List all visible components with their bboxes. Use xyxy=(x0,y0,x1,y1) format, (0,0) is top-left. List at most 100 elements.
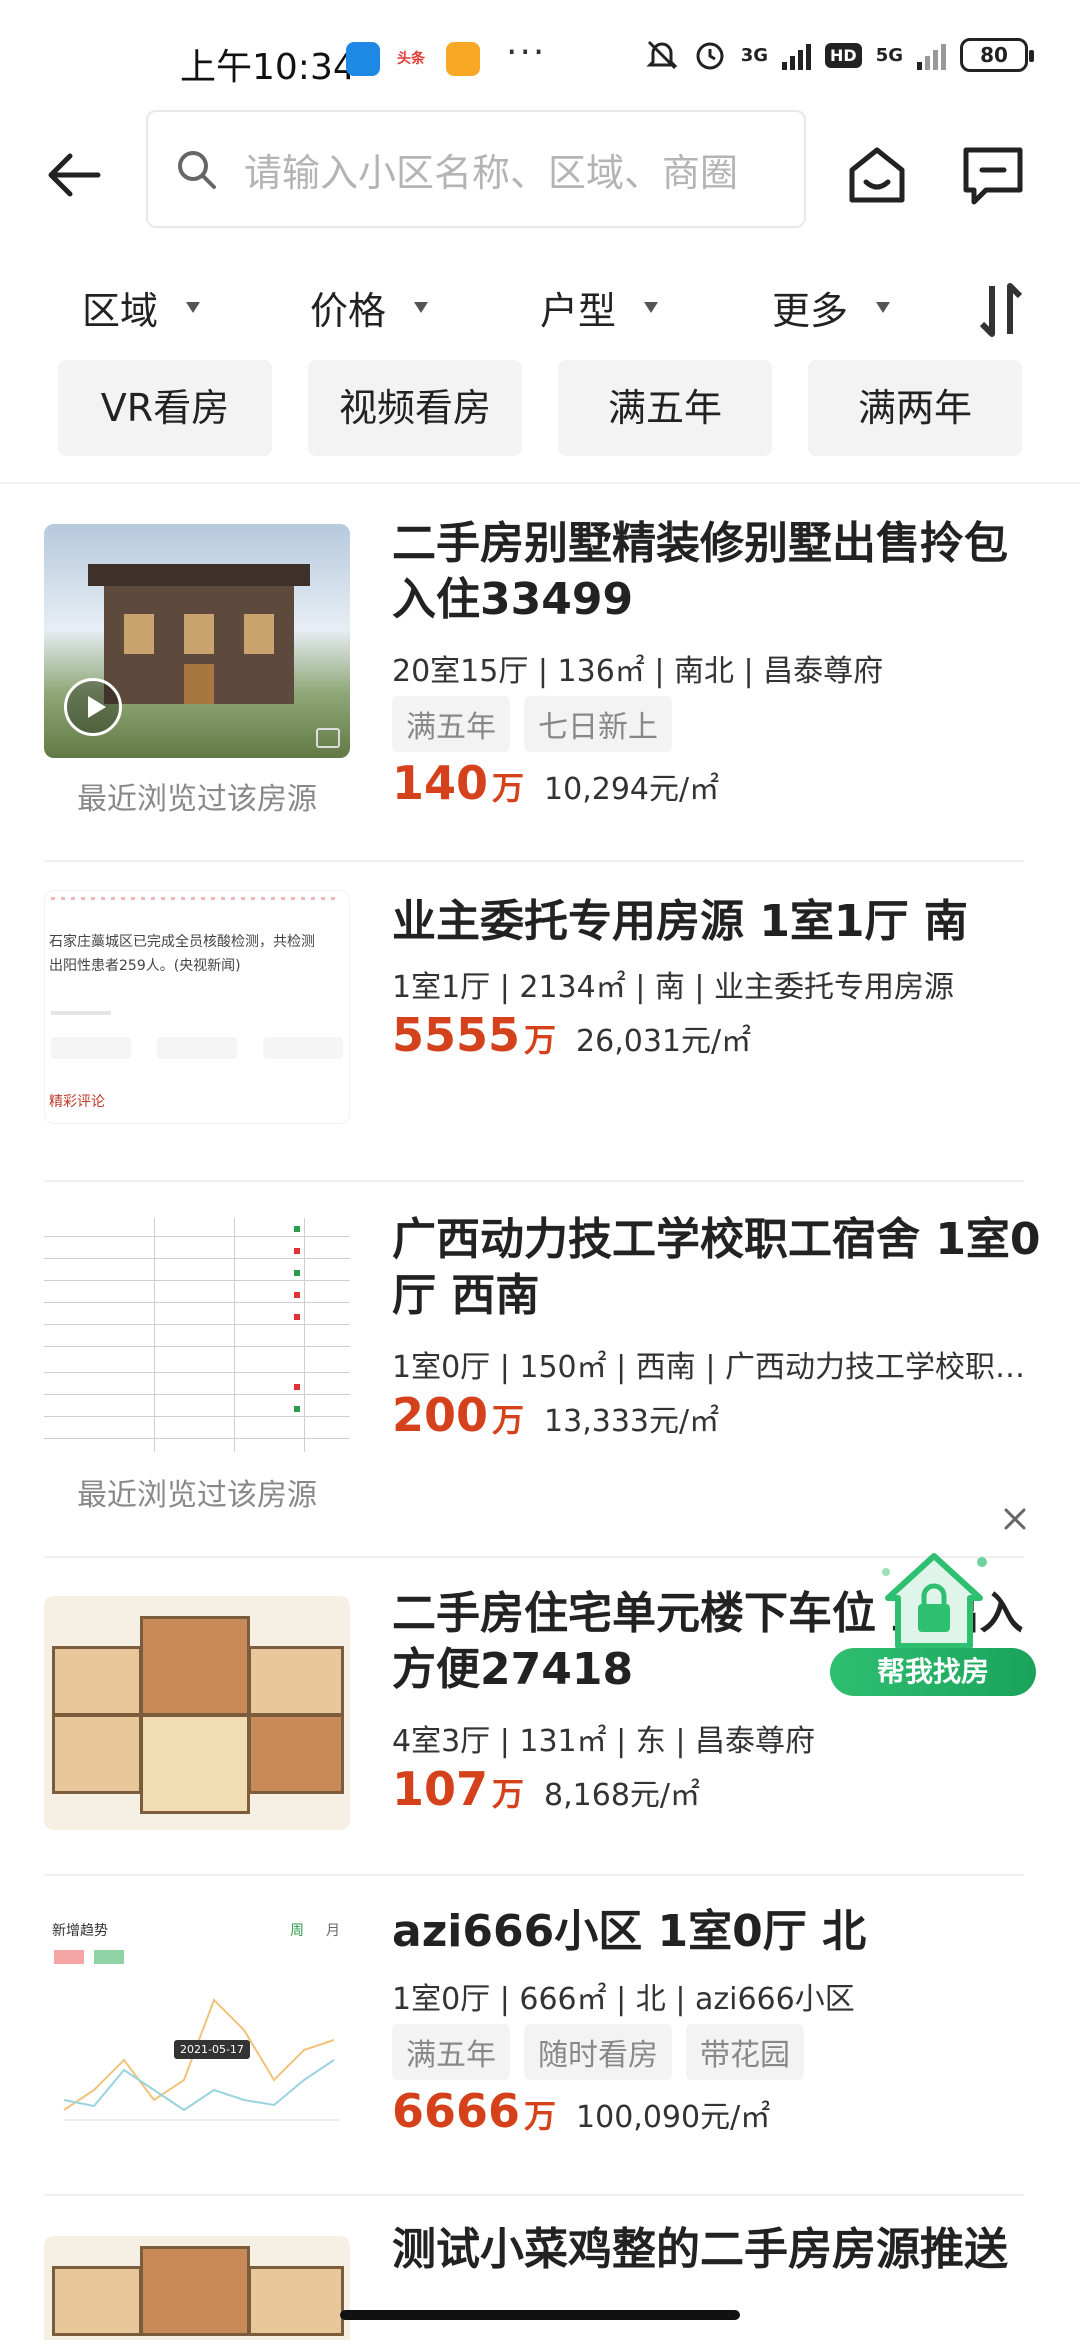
alarm-icon xyxy=(696,42,724,70)
listing-photo xyxy=(44,2236,350,2340)
total-price: 6666 xyxy=(392,2084,521,2138)
unit-price: 100,090元/㎡ xyxy=(576,2100,771,2135)
filter-more[interactable]: 更多 xyxy=(772,280,891,335)
price-unit: 万 xyxy=(492,769,525,807)
search-icon xyxy=(178,151,216,189)
chevron-down-icon xyxy=(414,302,429,313)
listing-price: 107 万 8,168元/㎡ xyxy=(392,1762,700,1816)
listing-title: azi666小区 1室0厅 北 xyxy=(392,1906,867,1957)
unit-price: 26,031元/㎡ xyxy=(576,1024,752,1059)
chevron-down-icon xyxy=(644,302,659,313)
listing-tag: 满五年 xyxy=(392,2024,510,2080)
filter-price[interactable]: 价格 xyxy=(310,280,429,335)
tag-two-years[interactable]: 满两年 xyxy=(808,360,1022,456)
listing-tags: 满五年 随时看房 带花园 xyxy=(392,2024,804,2080)
listing-price: 200 万 13,333元/㎡ xyxy=(392,1388,719,1442)
listing-tag: 随时看房 xyxy=(524,2024,672,2080)
signal-icon xyxy=(782,40,812,70)
home-icon[interactable] xyxy=(842,140,912,210)
toutiao-app-icon: 头条 xyxy=(394,42,428,76)
listing-meta: 1室0厅 | 666㎡ | 北 | azi666小区 xyxy=(392,1982,855,2017)
chevron-down-icon xyxy=(186,302,201,313)
message-icon[interactable] xyxy=(958,140,1028,210)
listing-photo: 新增趋势 周 月 2021-05-17 xyxy=(44,1910,350,2144)
recent-viewed-note: 最近浏览过该房源 xyxy=(77,782,317,817)
quick-filter-tags: VR看房 视频看房 满五年 满两年 xyxy=(0,360,1080,460)
divider xyxy=(44,2194,1024,2196)
listing-title: 测试小菜鸡整的二手房房源推送 xyxy=(392,2224,1008,2275)
more-notifications-icon: ··· xyxy=(506,32,547,73)
listing-title: 广西动力技工学校职工宿舍 1室0厅 西南 xyxy=(392,1214,1041,1321)
listing-title: 二手房别墅精装修别墅出售拎包入住33499 xyxy=(392,518,1008,625)
filter-layout[interactable]: 户型 xyxy=(540,280,659,335)
filter-label: 区域 xyxy=(82,289,159,333)
listing-tag: 满五年 xyxy=(392,696,510,752)
filter-label: 价格 xyxy=(310,289,387,333)
search-placeholder: 请输入小区名称、区域、商圈 xyxy=(244,150,739,195)
filter-label: 户型 xyxy=(540,289,617,333)
divider xyxy=(44,1180,1024,1182)
divider xyxy=(44,860,1024,862)
listing-price: 6666 万 100,090元/㎡ xyxy=(392,2084,770,2138)
unit-price: 10,294元/㎡ xyxy=(544,772,720,807)
close-icon[interactable] xyxy=(1000,1504,1030,1534)
thumb-text: 精彩评论 xyxy=(49,1094,105,1110)
listing-meta: 1室1厅 | 2134㎡ | 南 | 业主委托专用房源 xyxy=(392,970,955,1005)
tag-five-years[interactable]: 满五年 xyxy=(558,360,772,456)
mute-icon xyxy=(646,40,678,70)
total-price: 140 xyxy=(392,756,489,810)
find-house-label: 帮我找房 xyxy=(830,1648,1036,1696)
tag-video[interactable]: 视频看房 xyxy=(308,360,522,456)
back-arrow-icon[interactable] xyxy=(40,140,110,210)
listing-tag: 七日新上 xyxy=(524,696,672,752)
total-price: 200 xyxy=(392,1388,489,1442)
tag-vr[interactable]: VR看房 xyxy=(58,360,272,456)
unit-price: 8,168元/㎡ xyxy=(544,1778,701,1813)
hd-badge: HD xyxy=(825,42,862,68)
listing-title: 业主委托专用房源 1室1厅 南 xyxy=(392,896,968,947)
listing-photo: 石家庄藁城区已完成全员核酸检测，共检测 出阳性患者259人。(央视新闻) 精彩评… xyxy=(44,890,350,1124)
price-unit: 万 xyxy=(524,1021,557,1059)
price-unit: 万 xyxy=(492,1401,525,1439)
listing-photo xyxy=(44,1218,350,1458)
listing-photo xyxy=(44,1596,350,1830)
signal-icon-2 xyxy=(917,40,946,70)
total-price: 5555 xyxy=(392,1008,521,1062)
network-3g-label: 3G xyxy=(740,44,769,66)
notification-app-icon xyxy=(346,42,380,76)
vr-icon xyxy=(316,728,340,748)
listing-tags: 满五年 七日新上 xyxy=(392,696,672,752)
find-house-widget[interactable]: 帮我找房 xyxy=(826,1542,1040,1702)
search-input[interactable]: 请输入小区名称、区域、商圈 xyxy=(146,110,806,228)
status-icons: 3G HD 5G 80 xyxy=(645,38,1034,72)
network-5g-label: 5G xyxy=(875,44,903,66)
listing-price: 140 万 10,294元/㎡ xyxy=(392,756,719,810)
price-unit: 万 xyxy=(492,1775,525,1813)
unit-price: 13,333元/㎡ xyxy=(544,1404,720,1439)
total-price: 107 xyxy=(392,1762,489,1816)
play-video-icon xyxy=(64,678,122,736)
sort-icon[interactable] xyxy=(978,282,1024,338)
villa-image xyxy=(88,564,310,704)
house-icon xyxy=(882,1553,987,1649)
listing-price: 5555 万 26,031元/㎡ xyxy=(392,1008,751,1062)
divider xyxy=(0,482,1080,484)
search-header: 请输入小区名称、区域、商圈 xyxy=(0,110,1080,240)
thumb-text: 出阳性患者259人。(央视新闻) xyxy=(49,958,241,974)
home-indicator[interactable] xyxy=(340,2310,740,2320)
price-unit: 万 xyxy=(524,2097,557,2135)
listing-meta: 1室0厅 | 150㎡ | 西南 | 广西动力技工学校职… xyxy=(392,1350,1025,1385)
thumb-text: 石家庄藁城区已完成全员核酸检测，共检测 xyxy=(49,934,315,950)
recent-viewed-note: 最近浏览过该房源 xyxy=(77,1478,317,1513)
listing-meta: 20室15厅 | 136㎡ | 南北 | 昌泰尊府 xyxy=(392,654,884,689)
listing-meta: 4室3厅 | 131㎡ | 东 | 昌泰尊府 xyxy=(392,1724,815,1759)
divider xyxy=(44,1874,1024,1876)
trend-chart xyxy=(63,1998,340,2121)
status-time: 上午10:34 xyxy=(180,47,356,88)
filter-region[interactable]: 区域 xyxy=(82,280,201,335)
status-bar: 上午10:34 头条 ··· 3G HD 5G 80 xyxy=(0,0,1080,120)
notes-app-icon xyxy=(446,42,480,76)
listing-tag: 带花园 xyxy=(686,2024,804,2080)
chevron-down-icon xyxy=(876,302,891,313)
filter-bar: 区域 价格 户型 更多 xyxy=(0,270,1080,350)
